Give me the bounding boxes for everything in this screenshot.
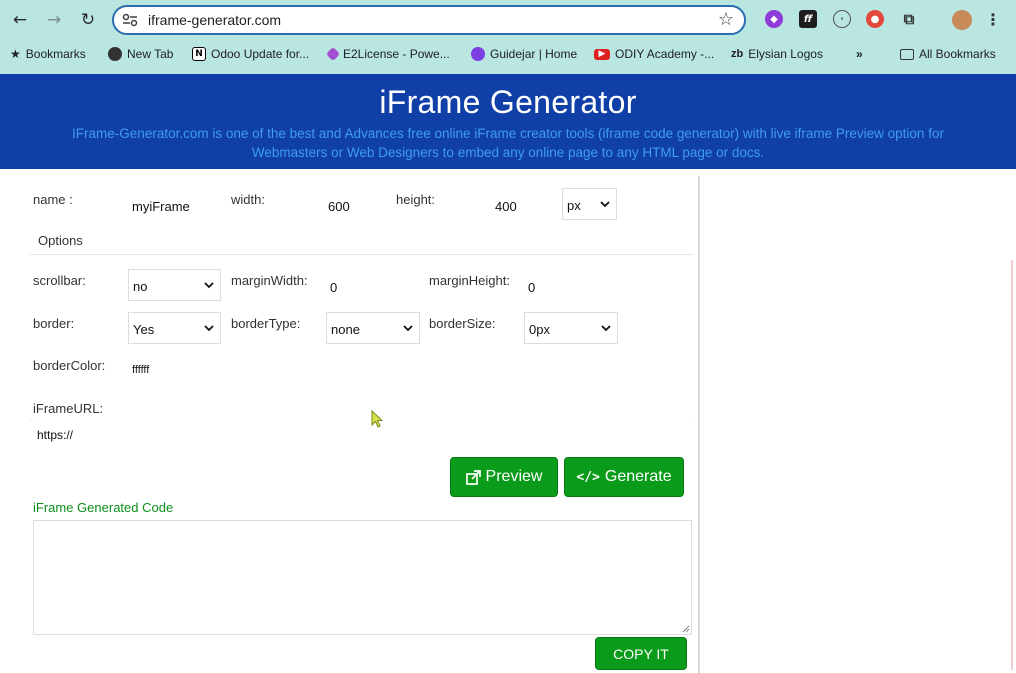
- notion-icon: N: [192, 47, 206, 61]
- chevron-down-icon: [600, 201, 610, 208]
- chevron-down-icon: [204, 282, 214, 289]
- chevron-down-icon: [204, 325, 214, 332]
- bordersize-value: 0px: [529, 322, 550, 337]
- bookmark-label: New Tab: [127, 47, 174, 61]
- name-input[interactable]: myiFrame: [128, 189, 220, 219]
- name-label: name :: [33, 192, 73, 207]
- globe-icon: [108, 47, 122, 61]
- site-settings-icon[interactable]: [122, 13, 138, 27]
- unit-value: px: [567, 198, 581, 213]
- page-subtitle: IFrame-Generator.com is one of the best …: [48, 124, 968, 162]
- bookmark-item-odiy[interactable]: ▶ ODIY Academy -...: [594, 47, 714, 61]
- bookmark-item-new-tab[interactable]: New Tab: [108, 47, 173, 61]
- url-text: iframe-generator.com: [148, 12, 282, 28]
- profile-avatar[interactable]: [952, 10, 972, 30]
- scrollbar-label: scrollbar:: [33, 273, 86, 288]
- bookmark-label: Elysian Logos: [748, 47, 823, 61]
- extension-purple-icon[interactable]: ◆: [765, 10, 783, 28]
- bordercolor-input[interactable]: ffffff: [128, 354, 220, 384]
- iframe-url-input[interactable]: https://: [33, 418, 692, 448]
- code-icon: </>: [576, 469, 600, 485]
- border-select[interactable]: Yes: [128, 312, 221, 344]
- chevron-down-icon: [403, 325, 413, 332]
- right-edge-line: [1011, 260, 1013, 670]
- bookmark-item-all-bookmarks[interactable]: All Bookmarks: [900, 47, 996, 61]
- iframe-url-label: iFrameURL:: [33, 401, 104, 416]
- generate-button[interactable]: </> Generate: [564, 457, 684, 497]
- options-heading: Options: [38, 233, 83, 248]
- bordertype-value: none: [331, 322, 360, 337]
- extension-fonts-icon[interactable]: ff: [799, 10, 817, 28]
- bookmarks-overflow-button[interactable]: »: [856, 47, 863, 61]
- bookmark-label: E2License - Powe...: [343, 47, 450, 61]
- resize-grip-icon[interactable]: [682, 625, 690, 633]
- bordersize-select[interactable]: 0px: [524, 312, 618, 344]
- bookmark-label: All Bookmarks: [919, 47, 996, 61]
- marginwidth-input[interactable]: 0: [326, 270, 418, 300]
- scrollbar-select[interactable]: no: [128, 269, 221, 301]
- bordersize-label: borderSize:: [429, 316, 496, 331]
- bookmark-item-bookmarks[interactable]: ★ Bookmarks: [10, 47, 86, 61]
- bookmark-label: Bookmarks: [25, 47, 86, 61]
- chevron-down-icon: [601, 325, 611, 332]
- bookmarks-bar: ★ Bookmarks New Tab N Odoo Update for...…: [0, 44, 1016, 66]
- forward-arrow-icon[interactable]: →: [42, 8, 66, 32]
- bordertype-label: borderType:: [231, 316, 301, 331]
- bookmark-label: Odoo Update for...: [211, 47, 310, 61]
- site-header: iFrame Generator IFrame-Generator.com is…: [0, 74, 1016, 169]
- height-label: height:: [396, 192, 436, 207]
- subtitle-line-1: IFrame-Generator.com is one of the best …: [72, 126, 944, 141]
- reload-icon[interactable]: ↻: [76, 8, 100, 32]
- marginwidth-label: marginWidth:: [231, 273, 308, 288]
- external-link-icon: [465, 469, 481, 485]
- extensions-puzzle-icon[interactable]: ⧉: [900, 10, 918, 28]
- address-bar[interactable]: iframe-generator.com ☆: [112, 5, 746, 35]
- marginheight-input[interactable]: 0: [524, 270, 616, 300]
- panel-divider: [698, 176, 700, 673]
- width-label: width:: [231, 192, 265, 207]
- bookmark-item-elysian[interactable]: zb Elysian Logos: [731, 47, 823, 61]
- browser-chrome: ← → ↻ iframe-generator.com ☆ ◆ ff · ● ⧉ …: [0, 0, 1016, 74]
- bookmark-item-guidejar[interactable]: Guidejar | Home: [471, 47, 577, 61]
- scrollbar-value: no: [133, 279, 148, 294]
- bookmark-label: ODIY Academy -...: [615, 47, 715, 61]
- preview-button[interactable]: Preview: [450, 457, 558, 497]
- youtube-icon: ▶: [594, 48, 610, 60]
- bookmark-item-e2license[interactable]: E2License - Powe...: [325, 46, 450, 62]
- copy-button-label: COPY IT: [613, 645, 669, 662]
- page-title: iFrame Generator: [379, 84, 637, 120]
- copy-button[interactable]: COPY IT: [595, 637, 687, 670]
- mouse-cursor-icon: [371, 410, 384, 428]
- guidejar-icon: [471, 47, 485, 61]
- generate-button-label: Generate: [604, 468, 672, 485]
- extension-timer-icon[interactable]: ·: [833, 10, 851, 28]
- diamond-icon: [325, 46, 341, 62]
- border-label: border:: [33, 316, 75, 331]
- height-input[interactable]: 400: [491, 189, 551, 219]
- bordercolor-label: borderColor:: [33, 358, 106, 373]
- bookmark-star-icon[interactable]: ☆: [718, 9, 734, 30]
- zb-icon: zb: [731, 48, 744, 60]
- preview-button-label: Preview: [485, 468, 543, 485]
- browser-menu-icon[interactable]: ⋮: [984, 10, 1002, 29]
- generated-code-label: iFrame Generated Code: [33, 500, 174, 515]
- extension-record-icon[interactable]: ●: [866, 10, 884, 28]
- more-icon: »: [856, 47, 863, 61]
- options-divider: [30, 254, 694, 255]
- marginheight-label: marginHeight:: [429, 273, 510, 288]
- bookmark-item-odoo[interactable]: N Odoo Update for...: [192, 47, 309, 61]
- back-arrow-icon[interactable]: ←: [8, 8, 32, 32]
- unit-select[interactable]: px: [562, 188, 617, 220]
- folder-icon: [900, 48, 914, 60]
- subtitle-line-2: Webmasters or Web Designers to embed any…: [251, 145, 765, 160]
- bordertype-select[interactable]: none: [326, 312, 420, 344]
- generated-code-textarea[interactable]: [33, 520, 692, 635]
- star-icon: ★: [10, 47, 21, 61]
- border-value: Yes: [133, 322, 155, 337]
- bookmark-label: Guidejar | Home: [490, 47, 578, 61]
